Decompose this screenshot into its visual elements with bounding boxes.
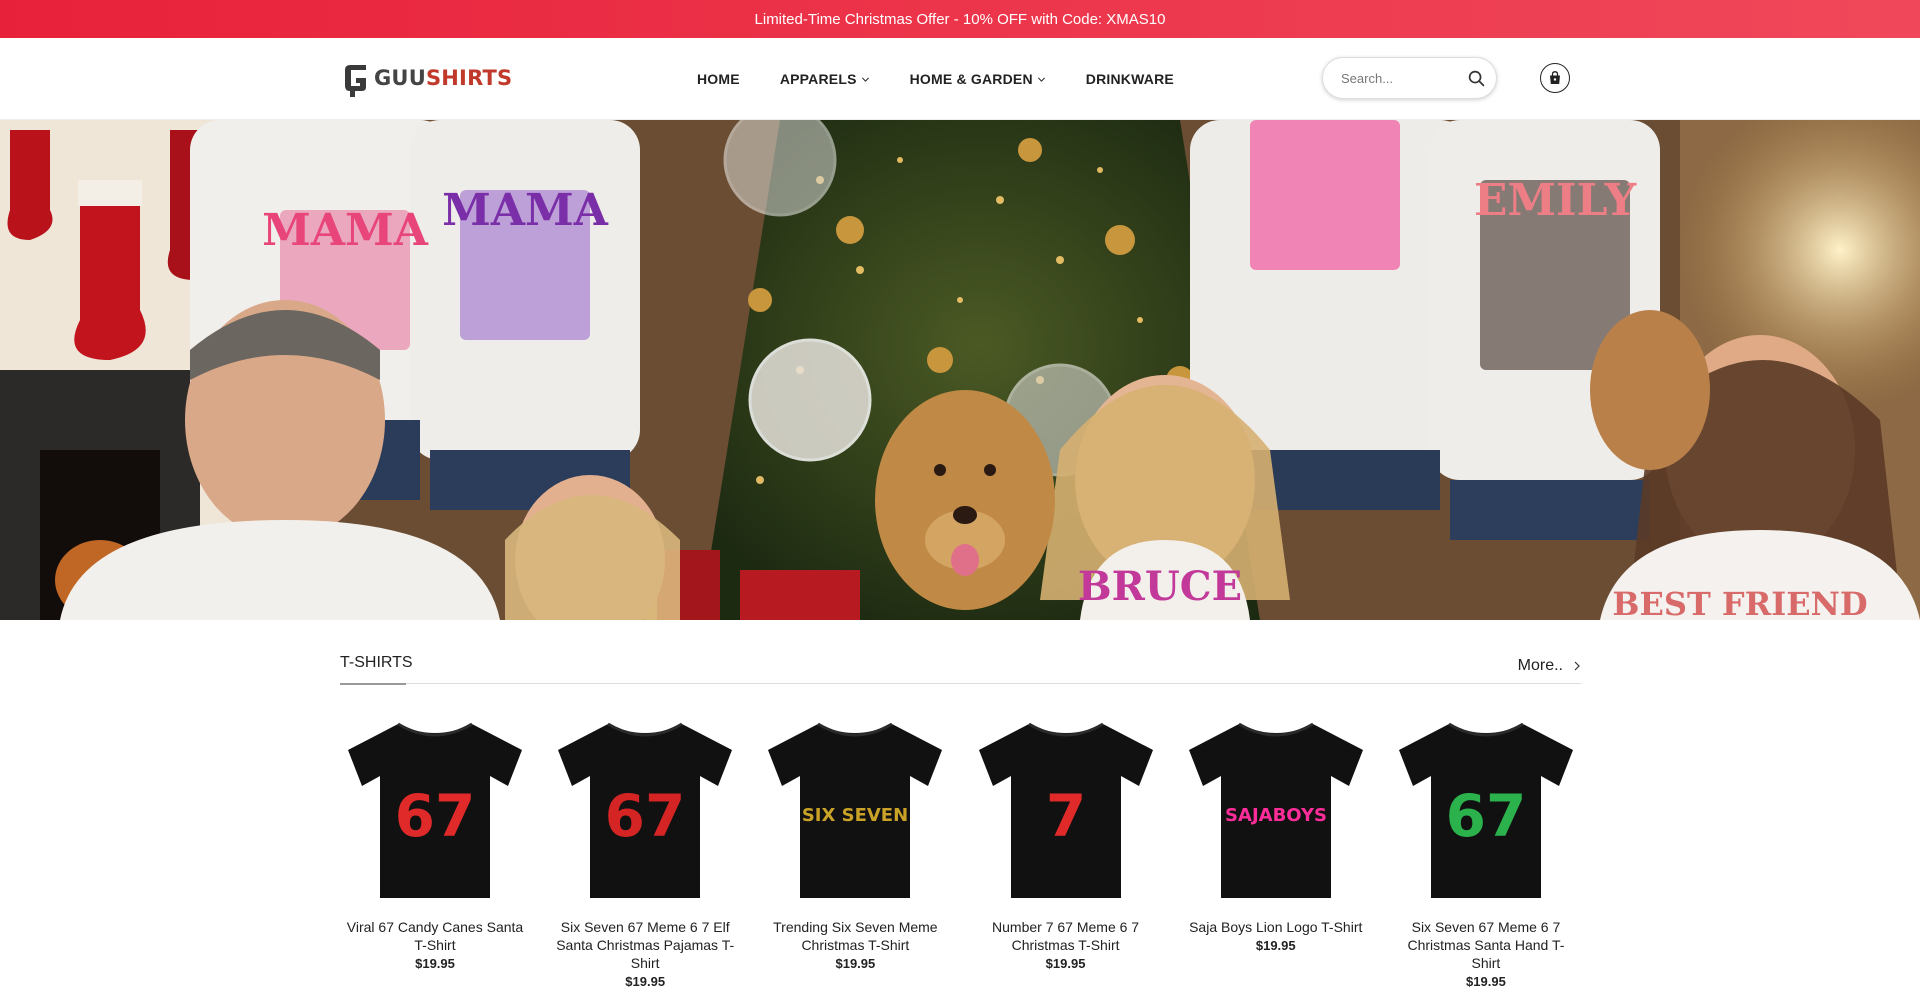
tshirts-section: T-SHIRTS More.. 67 Viral 67 Candy Canes …	[340, 620, 1581, 989]
cart-button[interactable]	[1540, 63, 1570, 93]
hero-shirt-text: MAMA	[262, 205, 429, 256]
product-name: Trending Six Seven Meme Christmas T-Shir…	[773, 919, 938, 953]
search-icon	[1468, 70, 1484, 86]
product-image: 67	[558, 722, 733, 898]
nav-item-drinkware[interactable]: DRINKWARE	[1086, 71, 1174, 87]
product-price: $19.95	[415, 956, 455, 971]
hero-image: MAMA MAMA EMILY BRUCE BEST FRIEND	[0, 120, 1920, 620]
product-name: Saja Boys Lion Logo T-Shirt	[1189, 919, 1363, 935]
product-card[interactable]: 67 Six Seven 67 Meme 6 7 Christmas Santa…	[1391, 716, 1581, 989]
product-price: $19.95	[1045, 956, 1086, 971]
tshirt-print: 67	[1446, 782, 1527, 850]
product-name: Six Seven 67 Meme 6 7 Elf Santa Christma…	[556, 919, 735, 971]
search-input[interactable]	[1341, 70, 1466, 86]
product-image: SIX SEVEN	[768, 722, 943, 898]
nav-item-apparels[interactable]: APPARELS	[780, 71, 870, 87]
tshirt-print: 67	[605, 782, 686, 850]
promo-bar: Limited-Time Christmas Offer - 10% OFF w…	[0, 0, 1920, 38]
product-price: $19.95	[625, 974, 666, 989]
promo-text: Limited-Time Christmas Offer - 10% OFF w…	[754, 10, 1166, 28]
chevron-down-icon	[861, 77, 869, 82]
hero-banner[interactable]: MAMA MAMA EMILY BRUCE BEST FRIEND	[0, 120, 1920, 620]
site-header: GUUSHIRTS HOME APPARELS HOME & GARDEN DR…	[0, 38, 1920, 120]
product-name: Six Seven 67 Meme 6 7 Christmas Santa Ha…	[1407, 919, 1565, 971]
product-name: Number 7 67 Meme 6 7 Christmas T-Shirt	[992, 919, 1140, 953]
logo-text-part1: GUU	[374, 66, 426, 90]
chevron-right-icon	[1574, 661, 1580, 671]
nav-item-home-garden[interactable]: HOME & GARDEN	[910, 71, 1046, 87]
product-card[interactable]: 67 Six Seven 67 Meme 6 7 Elf Santa Chris…	[550, 716, 740, 989]
logo-g-icon	[345, 65, 366, 97]
shopping-bag-icon	[1550, 71, 1560, 84]
product-price: $19.95	[835, 956, 876, 971]
product-image: 67	[348, 722, 522, 898]
product-image: SAJABOYS	[1188, 722, 1363, 898]
tshirt-print: SAJABOYS	[1225, 805, 1327, 826]
search-box	[1322, 57, 1497, 99]
chevron-down-icon	[1037, 77, 1045, 82]
product-grid: 67 Viral 67 Candy Canes Santa T-Shirt $1…	[340, 716, 1581, 989]
product-card[interactable]: SIX SEVEN Trending Six Seven Meme Christ…	[760, 716, 950, 989]
product-card[interactable]: SAJABOYS Saja Boys Lion Logo T-Shirt $19…	[1181, 716, 1371, 989]
product-image: 7	[978, 722, 1153, 898]
tshirt-print: 67	[395, 782, 476, 850]
more-link-label: More..	[1517, 657, 1563, 674]
nav-item-label: HOME	[697, 71, 740, 87]
section-title: T-SHIRTS	[340, 654, 413, 671]
logo-text-part2: SHIRTS	[425, 66, 513, 90]
nav-item-home[interactable]: HOME	[697, 71, 740, 87]
tshirt-print: SIX SEVEN	[802, 805, 908, 826]
hero-shirt-text: BRUCE	[1078, 563, 1242, 610]
hero-shirt-text: MAMA	[442, 185, 609, 236]
hero-shirt-text: EMILY	[1474, 175, 1637, 226]
section-title-underline	[340, 683, 406, 685]
hero-shirt-text: BEST FRIEND	[1612, 585, 1867, 620]
section-header: T-SHIRTS More..	[340, 620, 1581, 685]
logo-wordmark: GUUSHIRTS	[374, 66, 512, 90]
search-button[interactable]	[1466, 68, 1486, 88]
product-price: $19.95	[1255, 938, 1296, 953]
product-name: Viral 67 Candy Canes Santa T-Shirt	[346, 919, 524, 953]
tshirt-print: 7	[1045, 782, 1085, 850]
nav-item-label: DRINKWARE	[1085, 71, 1174, 87]
nav-item-label: APPARELS	[779, 71, 857, 87]
nav-item-label: HOME & GARDEN	[909, 71, 1033, 87]
product-card[interactable]: 7 Number 7 67 Meme 6 7 Christmas T-Shirt…	[971, 716, 1161, 989]
product-image: 67	[1398, 722, 1573, 898]
more-link[interactable]: More..	[1518, 657, 1581, 675]
site-logo[interactable]: GUUSHIRTS	[342, 58, 512, 98]
product-price: $19.95	[1466, 974, 1506, 989]
product-card[interactable]: 67 Viral 67 Candy Canes Santa T-Shirt $1…	[340, 716, 530, 989]
main-nav: HOME APPARELS HOME & GARDEN DRINKWARE	[697, 38, 1214, 120]
